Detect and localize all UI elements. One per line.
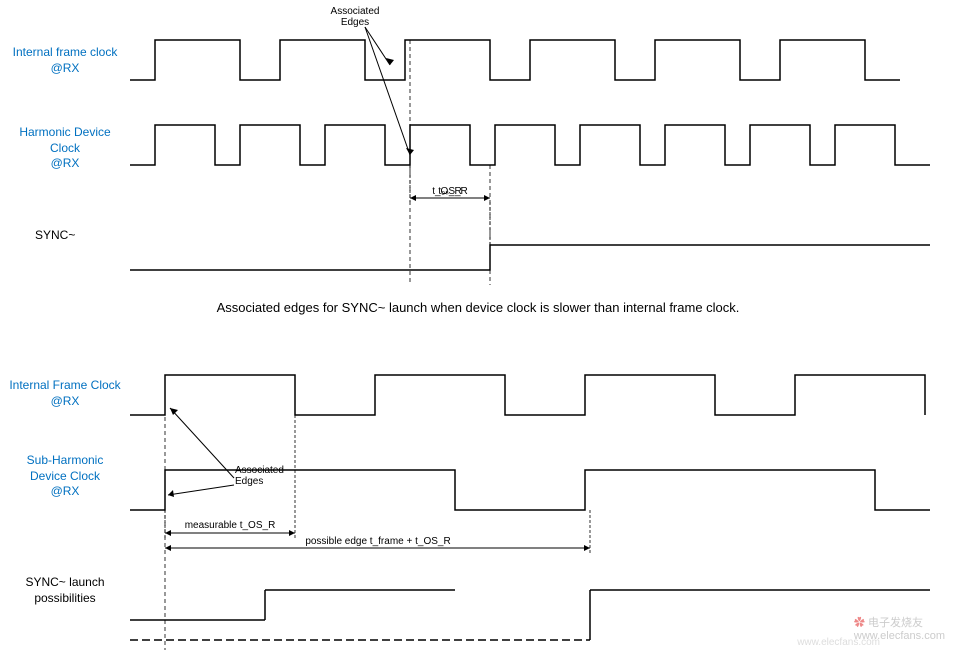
- svg-text:Associated: Associated: [235, 465, 284, 476]
- svg-text:Edges: Edges: [341, 17, 369, 28]
- svg-text:Associated: Associated: [331, 6, 380, 17]
- diagram-container: Internal frame clock@RX Harmonic Device …: [0, 0, 955, 652]
- svg-text:measurable t_OS_R: measurable t_OS_R: [185, 520, 276, 531]
- timing-diagram-svg: Associated Edges t₀ₛ_R t_OS_R: [0, 0, 955, 652]
- svg-text:Edges: Edges: [235, 476, 263, 487]
- svg-text:possible edge t_frame + t_OS_R: possible edge t_frame + t_OS_R: [305, 536, 450, 547]
- svg-text:www.elecfans.com: www.elecfans.com: [796, 637, 880, 648]
- svg-text:t_OS_R: t_OS_R: [432, 186, 468, 197]
